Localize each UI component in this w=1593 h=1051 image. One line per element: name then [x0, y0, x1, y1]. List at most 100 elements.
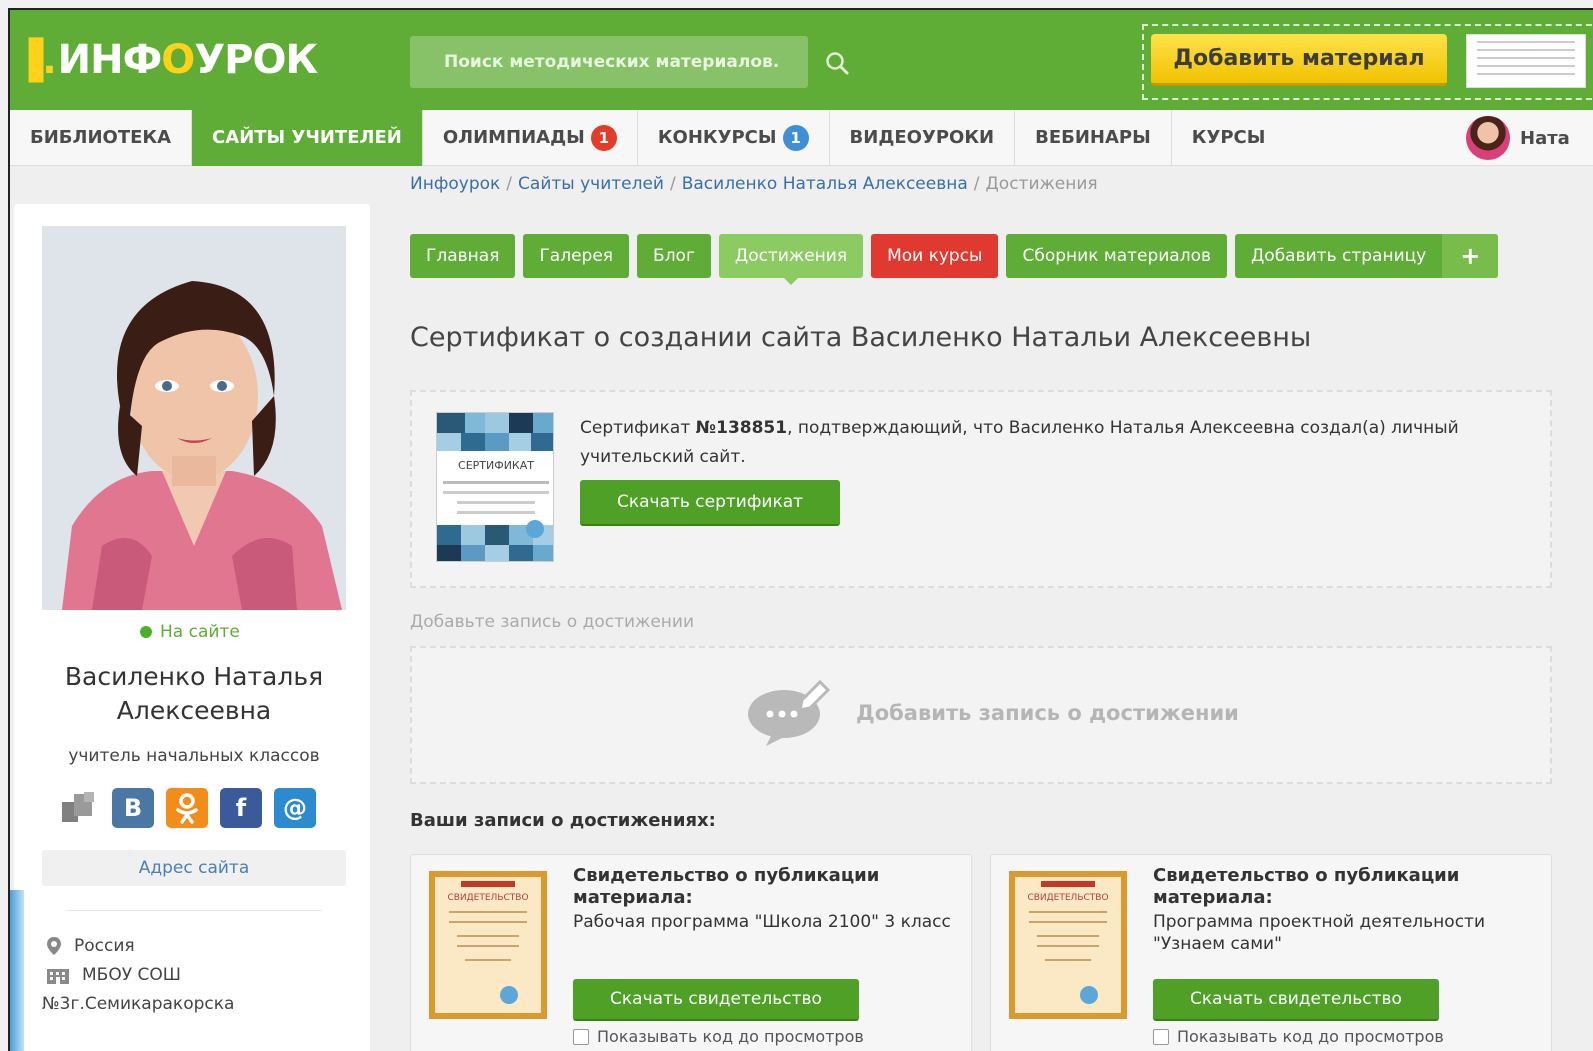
user-name: Ната — [1520, 127, 1570, 149]
nav-videolessons[interactable]: ВИДЕОУРОКИ — [830, 110, 1016, 166]
record-title: Свидетельство о публикации материала: — [573, 865, 880, 908]
mail-icon[interactable]: @ — [274, 788, 316, 828]
teacher-role: учитель начальных классов — [68, 746, 320, 766]
top-header: ▐. ИНФ О УРОК Поиск методических материало… — [10, 10, 1593, 110]
record-card: СВИДЕТЕЛЬСТВО Свидетельство о публикации… — [410, 854, 972, 1051]
avatar — [1466, 116, 1510, 160]
contests-badge: 1 — [782, 125, 809, 151]
certificate-thumbnail[interactable]: СЕРТИФИКАТ — [436, 412, 554, 562]
teacher-name: Василенко Наталья Алексеевна — [64, 662, 324, 725]
main-nav: БИБЛИОТЕКА САЙТЫ УЧИТЕЛЕЙ ОЛИМПИАДЫ 1 КОН… — [10, 110, 1593, 166]
logo-text-2: УРОК — [194, 37, 318, 83]
tab-collection[interactable]: Сборник материалов — [1006, 234, 1228, 278]
breadcrumb-separator: / — [506, 174, 513, 194]
chat-edit-icon — [748, 680, 830, 746]
breadcrumb-home[interactable]: Инфоурок — [410, 174, 500, 194]
search-input[interactable]: Поиск методических материалов. — [410, 36, 808, 88]
tab-home[interactable]: Главная — [410, 234, 516, 278]
nav-teacher-sites-label: САЙТЫ УЧИТЕЛЕЙ — [212, 127, 402, 148]
online-status: На сайте — [140, 622, 240, 642]
nav-courses-label: КУРСЫ — [1191, 127, 1266, 148]
tab-add-page[interactable]: Добавить страницу + — [1235, 234, 1499, 278]
breadcrumb-separator: / — [973, 174, 980, 194]
certificate-number: №138851 — [695, 418, 788, 438]
breadcrumb-separator: / — [669, 174, 676, 194]
location-pin-icon — [47, 937, 61, 955]
country-row: Россия — [46, 936, 135, 956]
tab-add-page-label: Добавить страницу — [1251, 246, 1427, 266]
add-achievement-entry[interactable]: Добавить запись о достижении — [746, 680, 1239, 746]
search-icon[interactable] — [824, 50, 850, 76]
nav-olympiads-label: ОЛИМПИАДЫ — [442, 127, 585, 148]
certificate-thumbnail-label: СЕРТИФИКАТ — [458, 459, 534, 472]
vk-icon[interactable]: B — [112, 788, 154, 828]
school-line-1: МБОУ СОШ — [82, 965, 181, 985]
show-code-checkbox[interactable]: Показывать код до просмотров — [573, 1027, 864, 1046]
breadcrumb-teacher[interactable]: Василенко Наталья Алексеевна — [682, 174, 968, 194]
nav-library[interactable]: БИБЛИОТЕКА — [10, 110, 193, 166]
country: Россия — [74, 936, 135, 956]
record-thumbnail[interactable]: СВИДЕТЕЛЬСТВО — [1009, 871, 1127, 1019]
certificate-text-before: Сертификат — [580, 418, 696, 438]
school-line-2: №3г.Семикаракорска — [42, 994, 235, 1014]
logo-mark: ▐. — [14, 38, 57, 82]
building-icon — [47, 969, 69, 984]
copy-icon[interactable] — [58, 788, 100, 828]
show-code-checkbox[interactable]: Показывать код до просмотров — [1153, 1027, 1444, 1046]
record-card: СВИДЕТЕЛЬСТВО Свидетельство о публикации… — [990, 854, 1552, 1051]
certificate-thumbnail-art — [437, 413, 553, 561]
plus-icon[interactable]: + — [1442, 234, 1499, 278]
show-code-label: Показывать код до просмотров — [1177, 1027, 1444, 1046]
checkbox[interactable] — [1153, 1028, 1169, 1045]
facebook-icon[interactable]: f — [220, 788, 262, 828]
nav-olympiads[interactable]: ОЛИМПИАДЫ 1 — [423, 110, 638, 166]
logo-text-1: ИНФ — [57, 37, 163, 83]
nav-contests-label: КОНКУРСЫ — [657, 127, 777, 148]
tab-achievements[interactable]: Достижения — [718, 234, 864, 285]
sidebar-divider — [66, 910, 322, 911]
online-status-label: На сайте — [160, 622, 240, 642]
record-thumbnail-label: СВИДЕТЕЛЬСТВО — [447, 893, 529, 903]
school-row: МБОУ СОШ — [46, 965, 181, 985]
breadcrumb-current: Достижения — [985, 174, 1098, 194]
record-title: Свидетельство о публикации материала: — [1153, 865, 1460, 908]
olympiads-badge: 1 — [590, 125, 617, 151]
record-subtitle: Рабочая программа "Школа 2100" 3 класс — [573, 912, 951, 932]
nav-teacher-sites[interactable]: САЙТЫ УЧИТЕЛЕЙ — [192, 110, 423, 166]
add-achievement-label: Добавить запись о достижении — [856, 701, 1239, 725]
user-menu[interactable]: Ната — [1466, 116, 1570, 160]
site-tabs: Главная Галерея Блог Достижения Мои курс… — [410, 234, 1499, 285]
nav-courses[interactable]: КУРСЫ — [1172, 110, 1286, 166]
add-material-button[interactable]: Добавить материал — [1151, 34, 1447, 86]
records-title: Ваши записи о достижениях: — [410, 810, 716, 831]
profile-photo — [42, 226, 346, 610]
ok-icon[interactable] — [166, 788, 208, 828]
download-certificate-button[interactable]: Скачать сертификат — [580, 480, 840, 526]
download-record-button[interactable]: Скачать свидетельство — [1153, 979, 1439, 1021]
online-dot-icon — [140, 626, 152, 638]
breadcrumb-teacher-sites[interactable]: Сайты учителей — [518, 174, 664, 194]
download-record-button[interactable]: Скачать свидетельство — [573, 979, 859, 1021]
tab-blog[interactable]: Блог — [637, 234, 711, 278]
certificate-preview[interactable] — [1466, 34, 1586, 88]
nav-videolessons-label: ВИДЕОУРОКИ — [849, 127, 995, 148]
nav-webinars-label: ВЕБИНАРЫ — [1035, 127, 1151, 148]
social-links: B f @ — [58, 788, 316, 828]
logo-text-o: О — [161, 37, 195, 83]
nav-library-label: БИБЛИОТЕКА — [30, 127, 172, 148]
checkbox[interactable] — [573, 1028, 589, 1045]
show-code-label: Показывать код до просмотров — [597, 1027, 864, 1046]
frame-edge-left — [10, 890, 24, 1051]
nav-webinars[interactable]: ВЕБИНАРЫ — [1015, 110, 1172, 166]
breadcrumb: Инфоурок / Сайты учителей / Василенко На… — [410, 174, 1098, 194]
nav-contests[interactable]: КОНКУРСЫ 1 — [638, 110, 830, 166]
certificate-text: Сертификат №138851, подтверждающий, что … — [580, 414, 1540, 472]
site-address-link[interactable]: Адрес сайта — [42, 850, 346, 886]
page-title: Сертификат о создании сайта Василенко На… — [410, 322, 1312, 353]
add-achievement-hint: Добавьте запись о достижении — [410, 612, 695, 632]
record-thumbnail[interactable]: СВИДЕТЕЛЬСТВО — [429, 871, 547, 1019]
tab-my-courses[interactable]: Мои курсы — [871, 234, 999, 278]
logo[interactable]: ▐. ИНФ О УРОК — [14, 37, 318, 83]
browser-frame: ▐. ИНФ О УРОК Поиск методических материало… — [8, 8, 1593, 1051]
tab-gallery[interactable]: Галерея — [523, 234, 630, 278]
